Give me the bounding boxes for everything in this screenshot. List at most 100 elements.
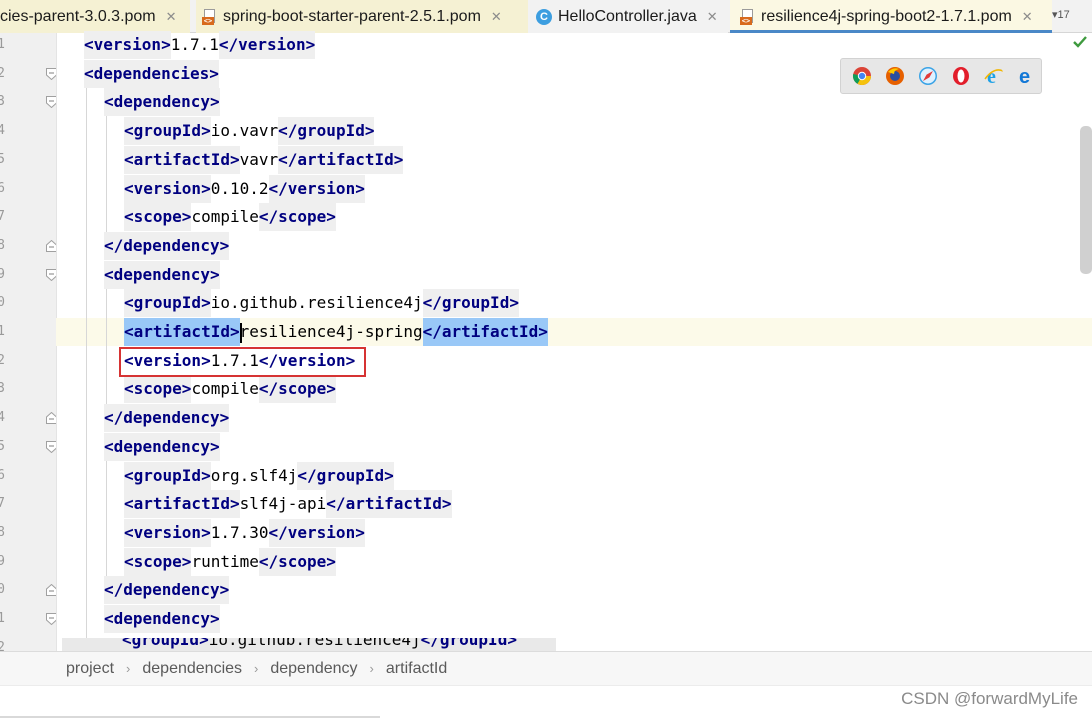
java-class-icon: C — [536, 8, 552, 25]
xml-close-tag: </version> — [268, 518, 365, 547]
line-gutter: 1 2 3 4 5 6 7 8 9 0 1 2 3 4 5 6 7 8 9 0 1 2 — [0, 33, 57, 651]
fold-open-icon[interactable] — [46, 96, 56, 109]
line-number: 1 — [0, 37, 5, 52]
fold-close-icon[interactable] — [46, 239, 56, 252]
xml-close-tag: </version> — [218, 31, 316, 59]
xml-close-tag: </scope> — [258, 547, 336, 576]
breadcrumb: project › dependencies › dependency › ar… — [0, 651, 1092, 685]
xml-value: io.github.resilience4j — [210, 293, 423, 313]
line-number: 8 — [0, 525, 5, 540]
opera-icon[interactable] — [951, 66, 971, 86]
fold-open-icon[interactable] — [46, 440, 56, 453]
xml-tag: <dependency> — [104, 260, 220, 289]
tab-hello-controller[interactable]: C HelloController.java ✕ — [528, 0, 728, 33]
line-number: 9 — [0, 554, 5, 569]
line-number: 4 — [0, 123, 5, 138]
line-number: 8 — [0, 238, 5, 253]
xml-tag: <dependency> — [104, 88, 220, 117]
code-line-partial: <groupId>io.github.resilience4j</groupId… — [122, 638, 517, 649]
safari-icon[interactable] — [918, 66, 938, 86]
watermark-text: CSDN @forwardMyLife — [901, 689, 1078, 708]
line-number: 5 — [0, 152, 5, 167]
xml-tag: </dependency> — [104, 576, 230, 605]
xml-open-tag-selected: <artifactId> — [124, 318, 240, 346]
ie-icon[interactable]: e — [984, 66, 1004, 86]
xml-value: runtime — [191, 551, 259, 571]
xml-tag: <dependency> — [104, 605, 220, 633]
xml-tag: </dependency> — [104, 231, 230, 260]
code-line: <artifactId>resilience4j-spring</artifac… — [124, 318, 548, 346]
tab-label: HelloController.java — [558, 7, 697, 25]
xml-open-tag: <scope> — [124, 203, 192, 232]
line-number: 2 — [0, 640, 5, 651]
tab-dependencies-parent-pom[interactable]: cies-parent-3.0.3.pom ✕ — [0, 0, 190, 33]
breadcrumb-separator: › — [254, 661, 259, 676]
tab-label: spring-boot-starter-parent-2.5.1.pom — [223, 7, 481, 25]
maven-pom-icon: <> — [740, 8, 755, 25]
code-line: <scope>runtime</scope> — [124, 547, 336, 576]
code-line: <dependency> — [104, 432, 220, 461]
xml-value: resilience4j-spring — [239, 322, 423, 341]
xml-value: org.slf4j — [210, 465, 298, 485]
vertical-scrollbar[interactable] — [1080, 126, 1092, 274]
xml-value: slf4j-api — [239, 494, 327, 514]
breadcrumb-artifactid[interactable]: artifactId — [386, 660, 447, 678]
breadcrumb-separator: › — [126, 661, 131, 676]
tab-spring-boot-starter-parent-pom[interactable]: <> spring-boot-starter-parent-2.5.1.pom … — [196, 0, 528, 33]
xml-open-tag: <version> — [124, 518, 211, 547]
xml-value: compile — [191, 207, 259, 227]
inspection-ok-icon[interactable] — [1072, 34, 1088, 50]
code-line: <artifactId>vavr</artifactId> — [124, 145, 404, 174]
close-icon[interactable]: ✕ — [1022, 9, 1033, 25]
indent-guide — [106, 116, 107, 234]
fold-open-icon[interactable] — [46, 613, 56, 625]
code-line: </dependency> — [104, 576, 230, 605]
xml-open-tag: <scope> — [124, 375, 192, 404]
code-line: <scope>compile</scope> — [124, 375, 336, 404]
partial-code-line: <groupId>io.github.resilience4j</groupId… — [62, 638, 556, 652]
tab-overflow-button[interactable]: ▾17 — [1052, 8, 1070, 21]
fold-open-icon[interactable] — [46, 67, 56, 80]
xml-close-tag: </scope> — [258, 375, 336, 404]
xml-open-tag: <version> — [84, 31, 171, 59]
indent-guide — [106, 289, 107, 407]
close-icon[interactable]: ✕ — [491, 9, 502, 25]
breadcrumb-dependency[interactable]: dependency — [270, 660, 357, 678]
highlight-annotation-box — [119, 347, 366, 377]
firefox-icon[interactable] — [885, 66, 905, 86]
code-line: <dependency> — [104, 260, 220, 289]
tab-label: resilience4j-spring-boot2-1.7.1.pom — [761, 7, 1012, 25]
line-number: 9 — [0, 267, 5, 282]
edge-icon[interactable]: e — [1017, 66, 1037, 86]
indent-guide — [106, 461, 107, 579]
line-number: 6 — [0, 468, 5, 483]
fold-close-icon[interactable] — [46, 412, 56, 425]
xml-tag: <dependency> — [104, 432, 220, 461]
fold-close-icon[interactable] — [46, 584, 56, 597]
fold-open-icon[interactable] — [46, 268, 56, 281]
code-line: <groupId>io.github.resilience4j</groupId… — [124, 289, 519, 318]
browser-preview-bar: e e — [840, 58, 1042, 94]
line-number: 7 — [0, 496, 5, 511]
xml-close-tag: </groupId> — [297, 461, 394, 490]
code-line: <dependency> — [104, 605, 220, 633]
tab-label: cies-parent-3.0.3.pom — [0, 7, 156, 25]
chrome-icon[interactable] — [852, 66, 872, 86]
xml-value: 1.7.30 — [210, 522, 269, 542]
line-number: 7 — [0, 209, 5, 224]
line-number: 4 — [0, 410, 5, 425]
xml-close-tag: </artifactId> — [278, 145, 404, 174]
code-line: <groupId>io.vavr</groupId> — [124, 117, 375, 146]
close-icon[interactable]: ✕ — [166, 9, 177, 25]
xml-value: compile — [191, 379, 259, 399]
xml-open-tag: <artifactId> — [124, 490, 240, 519]
close-icon[interactable]: ✕ — [707, 9, 718, 25]
line-number: 2 — [0, 353, 5, 368]
breadcrumb-separator: › — [369, 661, 374, 676]
breadcrumb-project[interactable]: project — [66, 660, 114, 678]
xml-tag: </dependency> — [104, 404, 230, 433]
line-number: 3 — [0, 94, 5, 109]
breadcrumb-dependencies[interactable]: dependencies — [142, 660, 242, 678]
tab-resilience4j-pom[interactable]: <> resilience4j-spring-boot2-1.7.1.pom ✕ — [730, 0, 1052, 33]
xml-close-tag: </artifactId> — [326, 490, 452, 519]
